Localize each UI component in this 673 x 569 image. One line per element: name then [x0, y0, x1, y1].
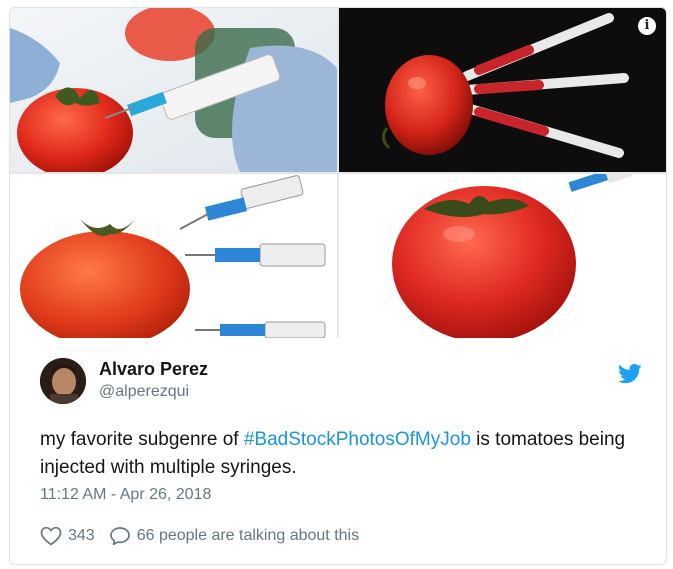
conversation-link[interactable]: 66 people are talking about this	[109, 526, 359, 546]
tweet-stats: 343 66 people are talking about this	[40, 524, 373, 548]
info-icon[interactable]: i	[638, 17, 656, 35]
like-count: 343	[68, 527, 95, 544]
tweet-text: my favorite subgenre of #BadStockPhotosO…	[40, 426, 650, 482]
tweet-timestamp[interactable]: 11:12 AM - Apr 26, 2018	[40, 486, 211, 504]
tweet-card[interactable]: i Alvaro Perez @alperezqui my favorite s…	[9, 7, 667, 565]
like-button[interactable]: 343	[40, 526, 95, 546]
tweet-media-grid[interactable]: i	[10, 8, 666, 338]
tweet-text-prefix: my favorite subgenre of	[40, 429, 244, 450]
photo-tomato-dark-syringes[interactable]	[339, 8, 666, 172]
author-handle[interactable]: @alperezqui	[99, 383, 189, 401]
photo-tomato-white-three-syringes[interactable]	[10, 174, 337, 338]
twitter-bird-icon[interactable]	[618, 364, 642, 384]
hashtag-link[interactable]: #BadStockPhotosOfMyJob	[244, 429, 471, 450]
avatar[interactable]	[40, 358, 86, 404]
talking-count: 66 people are talking about this	[136, 527, 360, 544]
photo-tomato-single-syringe[interactable]	[339, 174, 666, 338]
heart-icon	[40, 526, 62, 546]
tweet-author[interactable]: Alvaro Perez @alperezqui	[40, 358, 642, 408]
speech-bubble-icon	[109, 526, 131, 546]
author-name[interactable]: Alvaro Perez	[99, 359, 208, 380]
photo-tomato-gloved-hand[interactable]	[10, 8, 337, 172]
